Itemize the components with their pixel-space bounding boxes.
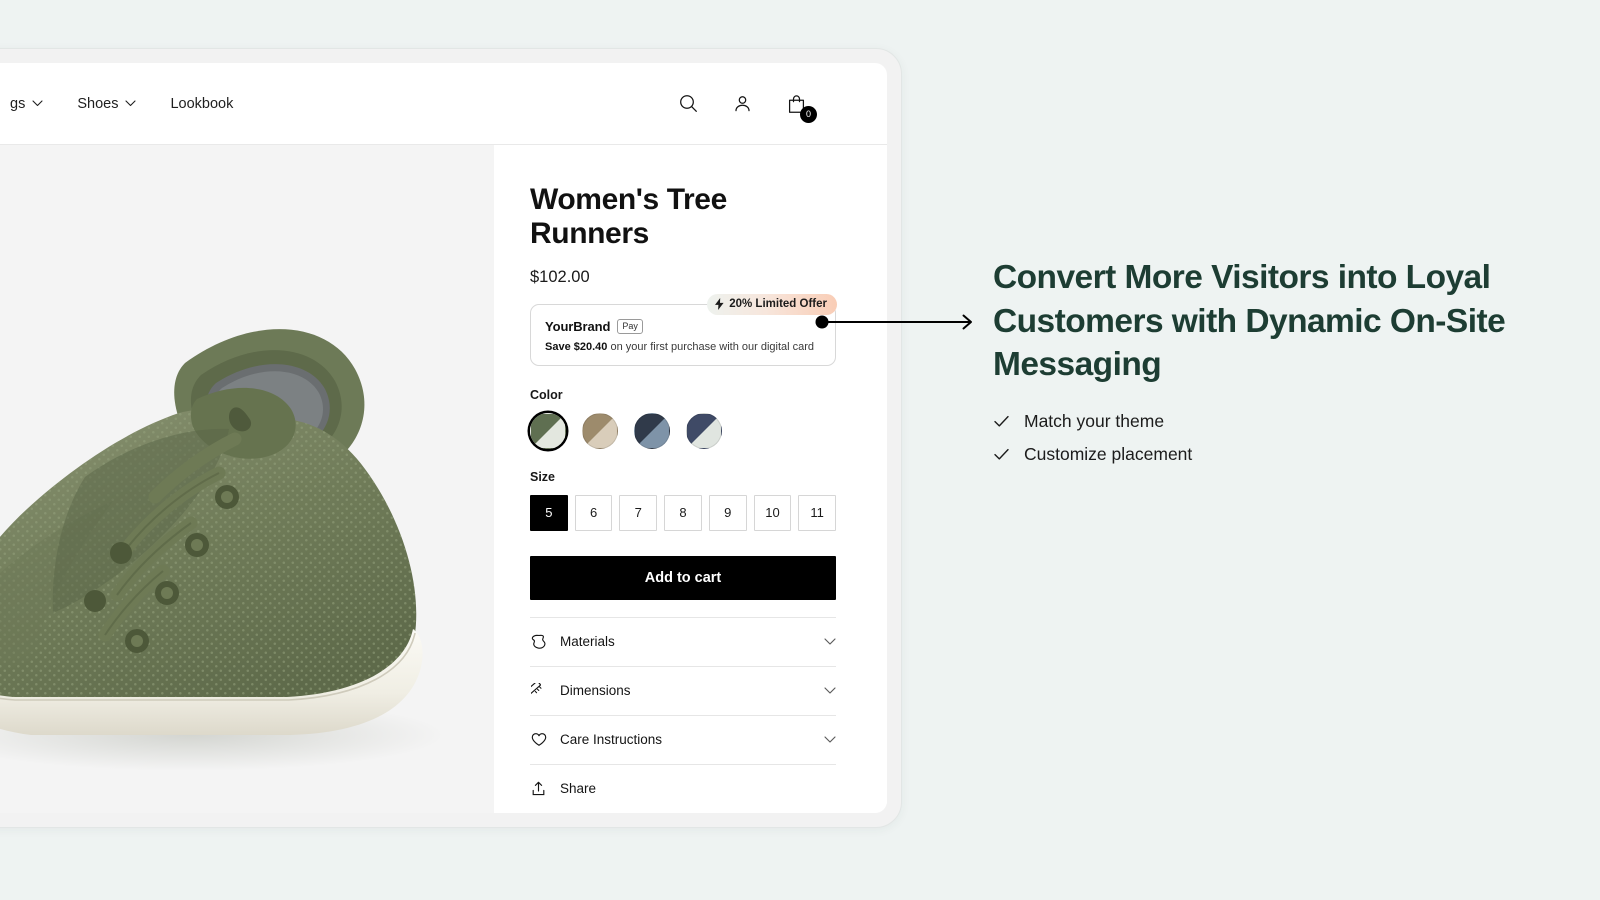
offer-save-amount: Save $20.40 (545, 340, 608, 353)
offer-description: Save $20.40 on your first purchase with … (545, 340, 821, 354)
share-label: Share (560, 781, 597, 797)
chevron-down-icon (824, 736, 836, 743)
accordion-row-dimensions[interactable]: Dimensions (530, 665, 836, 715)
accordion-label: Materials (560, 634, 615, 650)
offer-brand-row: YourBrand Pay (545, 319, 821, 334)
bullet-label: Customize placement (1024, 443, 1193, 464)
hide-leather-icon (530, 634, 547, 650)
search-button[interactable] (675, 91, 701, 117)
callout-headline: Convert More Visitors into Loyal Custome… (993, 259, 1506, 384)
callout-panel: Convert More Visitors into Loyal Custome… (993, 256, 1533, 477)
chevron-down-icon (125, 100, 137, 107)
size-option-7[interactable]: 7 (619, 494, 658, 531)
color-swatch-dark-navy-slate[interactable] (634, 412, 670, 449)
check-icon (994, 448, 1009, 460)
share-upload-icon (530, 781, 547, 797)
nav-item-clothing[interactable]: gs (0, 90, 60, 118)
nav-item-label: Shoes (77, 95, 119, 112)
accordion-label: Care Instructions (560, 732, 663, 748)
chevron-down-icon (32, 100, 43, 107)
offer-badge: 20% Limited Offer (707, 293, 837, 315)
primary-nav: gs Shoes Lookbook (0, 90, 250, 118)
product-gallery (0, 145, 494, 813)
color-swatch-navy-cream[interactable] (686, 412, 722, 449)
product-price: $102.00 (530, 267, 590, 286)
account-button[interactable] (729, 91, 755, 117)
chevron-down-icon (824, 638, 836, 645)
product-image-shoe (0, 223, 494, 783)
color-swatch-sand-taupe[interactable] (582, 412, 618, 449)
check-icon (994, 415, 1009, 427)
header-actions: 0 (675, 91, 865, 123)
size-label: Size (530, 469, 556, 484)
size-option-5[interactable]: 5 (530, 494, 568, 531)
size-option-row: 5 6 7 8 9 10 11 (530, 494, 837, 531)
share-row[interactable]: Share (530, 763, 836, 813)
list-item: Customize placement (993, 444, 1533, 465)
storefront-browser-card: gs Shoes Lookbook 0 Women's Tree Runners… (0, 48, 902, 828)
product-accordion: Materials Dimensions Care Instructions S… (530, 616, 836, 813)
storefront-viewport: gs Shoes Lookbook 0 Women's Tree Runners… (0, 63, 887, 813)
size-option-9[interactable]: 9 (708, 494, 747, 531)
accordion-row-materials[interactable]: Materials (530, 616, 836, 666)
nav-item-label: Lookbook (170, 95, 234, 112)
size-option-10[interactable]: 10 (753, 494, 792, 531)
size-option-8[interactable]: 8 (664, 494, 702, 531)
cart-count-badge: 0 (800, 105, 817, 123)
callout-bullet-list: Match your theme Customize placement (993, 411, 1533, 465)
chevron-down-icon (824, 687, 836, 694)
store-header: gs Shoes Lookbook 0 (0, 63, 887, 145)
add-to-cart-button[interactable]: Add to cart (530, 555, 836, 600)
size-selector: Size 5 6 7 8 9 10 11 (530, 469, 837, 531)
heart-icon (530, 732, 547, 747)
nav-item-lookbook[interactable]: Lookbook (153, 90, 250, 118)
shoe-illustration (0, 329, 445, 771)
color-selector: Color (530, 388, 836, 449)
offer-brand-name: YourBrand (545, 318, 611, 334)
accordion-label: Dimensions (560, 683, 631, 699)
product-details: Women's Tree Runners $102.00 20% Limited… (494, 145, 887, 813)
size-option-11[interactable]: 11 (798, 494, 837, 531)
size-option-6[interactable]: 6 (574, 494, 613, 531)
offer-badge-label: 20% Limited Offer (729, 298, 827, 311)
cart-button[interactable]: 0 (783, 91, 817, 123)
offer-save-rest: on your first purchase with our digital … (607, 340, 815, 353)
color-label: Color (530, 387, 563, 402)
product-section: Women's Tree Runners $102.00 20% Limited… (0, 145, 887, 813)
accordion-row-care-instructions[interactable]: Care Instructions (530, 714, 836, 764)
user-icon (734, 96, 750, 112)
promo-offer-card[interactable]: 20% Limited Offer YourBrand Pay Save $20… (530, 293, 837, 366)
color-swatch-olive-green[interactable] (530, 412, 566, 449)
list-item: Match your theme (993, 411, 1533, 432)
page-title: Women's Tree Runners (530, 183, 727, 250)
nav-item-label: gs (10, 95, 26, 112)
nav-item-shoes[interactable]: Shoes (60, 90, 153, 118)
lightning-bolt-icon (715, 298, 724, 311)
ruler-icon (530, 682, 547, 699)
bullet-label: Match your theme (1024, 410, 1165, 431)
search-icon (679, 95, 697, 112)
color-swatch-row (530, 412, 836, 449)
offer-pay-chip: Pay (617, 318, 643, 334)
